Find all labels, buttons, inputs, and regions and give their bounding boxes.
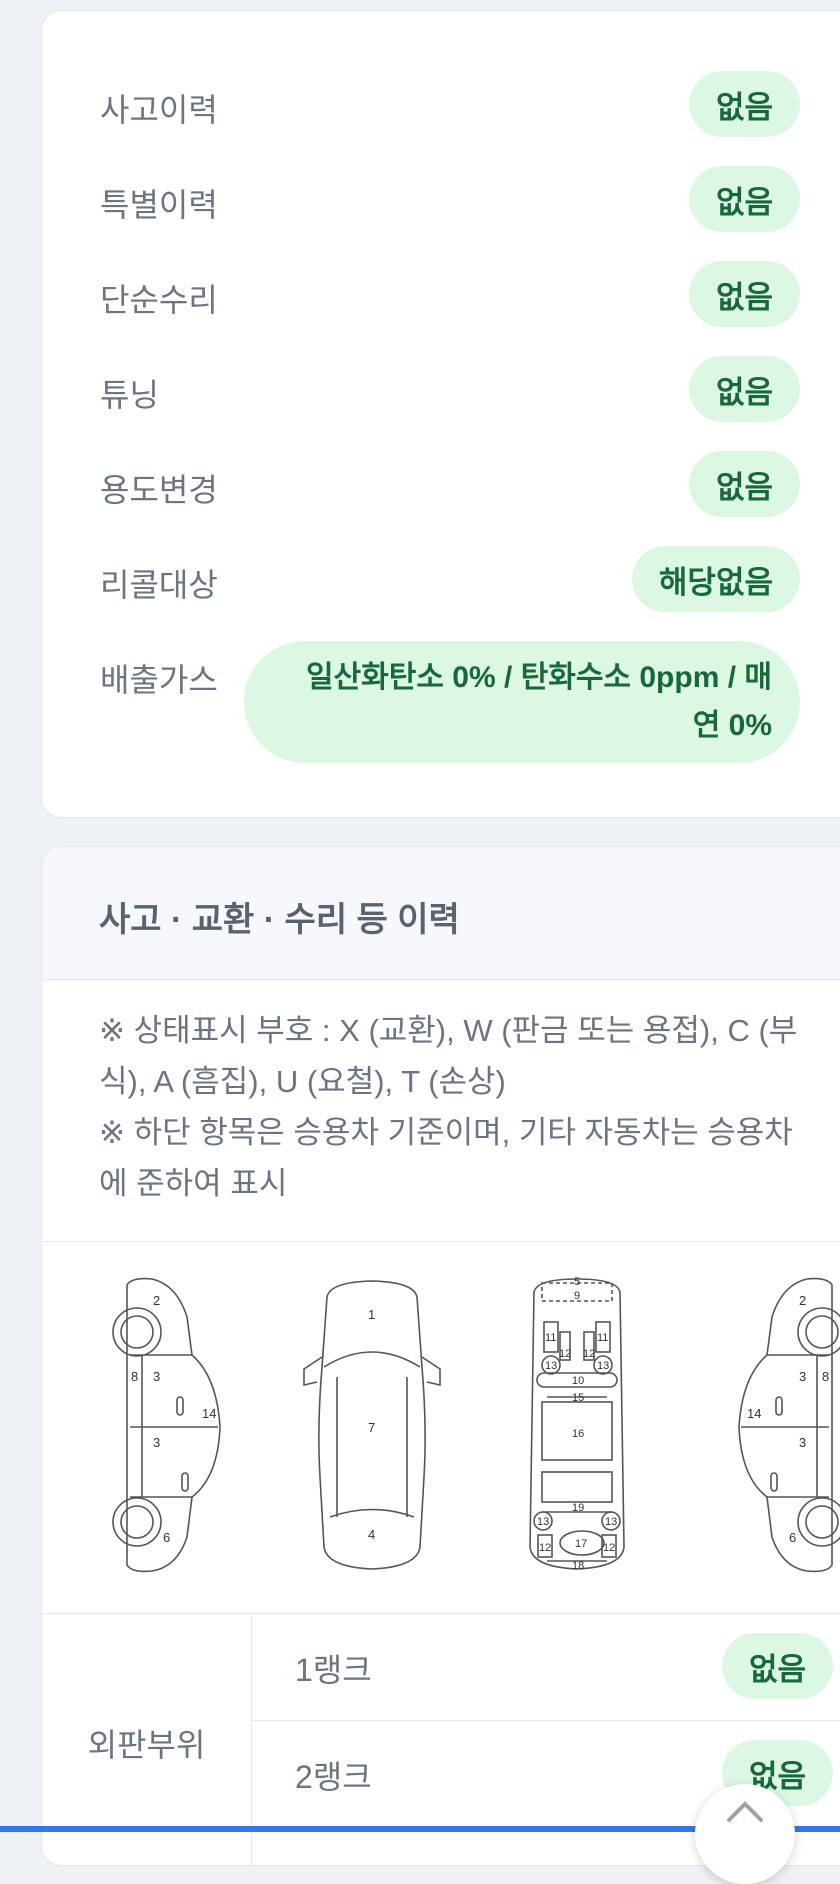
part-number: 11: [545, 1332, 556, 1344]
history-row-simple-repair: 단순수리 없음: [100, 261, 800, 327]
part-number: 1: [368, 1307, 375, 1322]
part-number: 6: [163, 1530, 170, 1545]
part-number: 16: [572, 1428, 584, 1440]
part-number: 12: [583, 1348, 595, 1360]
part-number: 11: [597, 1332, 608, 1344]
history-row-special: 특별이력 없음: [100, 166, 800, 232]
history-row-recall: 리콜대상 해당없음: [100, 546, 800, 612]
part-number: 13: [605, 1516, 617, 1528]
status-badge: 없음: [688, 71, 800, 137]
divider: [42, 1241, 840, 1242]
status-badge: 해당없음: [631, 546, 800, 612]
part-number: 3: [799, 1369, 806, 1384]
status-badge: 없음: [688, 356, 800, 422]
section-title: 사고 · 교환 · 수리 등 이력: [99, 901, 460, 939]
history-row-tuning: 튜닝 없음: [100, 356, 800, 422]
part-number: 9: [574, 1290, 580, 1302]
part-number: 13: [537, 1516, 549, 1528]
part-number: 3: [153, 1435, 160, 1450]
part-number: 12: [559, 1348, 571, 1360]
part-number: 14: [202, 1406, 216, 1421]
part-number: 5: [574, 1277, 580, 1288]
car-top-view: 1 7 4: [303, 1280, 441, 1570]
section-header: 사고 · 교환 · 수리 등 이력: [42, 847, 840, 980]
part-number: 19: [572, 1502, 584, 1514]
status-badge: 없음: [721, 1633, 833, 1699]
part-number: 14: [747, 1406, 761, 1421]
part-number: 2: [799, 1293, 806, 1308]
part-number: 7: [368, 1420, 375, 1435]
car-right-side-view: 2 3 8 14 3 6: [738, 1277, 840, 1573]
part-number: 2: [153, 1293, 160, 1308]
row-label: 단순수리: [100, 282, 218, 318]
part-number: 8: [822, 1369, 829, 1384]
row-label: 사고이력: [100, 92, 218, 128]
part-number: 10: [572, 1375, 584, 1387]
row-label: 튜닝: [100, 377, 159, 413]
repair-history-card: 사고 · 교환 · 수리 등 이력 ※ 상태표시 부호 : X (교환), W …: [41, 846, 840, 1866]
part-number: 4: [368, 1527, 375, 1542]
part-number: 6: [789, 1530, 796, 1545]
rank-row-1: 1랭크 없음: [252, 1614, 840, 1720]
history-card: 사고이력 없음 특별이력 없음 단순수리 없음 튜닝 없음 용도변경 없음 리콜…: [41, 10, 840, 818]
part-number: 3: [153, 1369, 160, 1384]
chevron-up-icon: [727, 1801, 763, 1822]
part-number: 3: [799, 1435, 806, 1450]
status-symbol-note: ※ 상태표시 부호 : X (교환), W (판금 또는 용접), C (부 식…: [99, 1013, 798, 1099]
history-row-emission: 배출가스 일산화탄소 0% / 탄화수소 0ppm / 매 연 0%: [100, 641, 800, 763]
status-badge: 없음: [688, 261, 800, 327]
row-label: 리콜대상: [100, 567, 218, 603]
scroll-to-top-button[interactable]: [695, 1784, 795, 1884]
emission-badge: 일산화탄소 0% / 탄화수소 0ppm / 매 연 0%: [244, 641, 800, 763]
passenger-car-note: ※ 하단 항목은 승용차 기준이며, 기타 자동차는 승용차 에 준하여 표시: [99, 1115, 793, 1201]
part-number: 13: [597, 1360, 609, 1372]
emission-line-1: 일산화탄소 0% / 탄화수소 0ppm / 매: [305, 661, 772, 694]
car-left-side-view: 2 8 3 14 3 6: [112, 1277, 221, 1573]
part-number: 13: [545, 1360, 557, 1372]
legend-notes: ※ 상태표시 부호 : X (교환), W (판금 또는 용접), C (부 식…: [99, 1005, 819, 1209]
emission-line-2: 연 0%: [692, 709, 772, 742]
history-row-accident: 사고이력 없음: [100, 71, 800, 137]
row-label: 용도변경: [100, 472, 218, 508]
part-number: 18: [572, 1560, 584, 1572]
rank-label: 2랭크: [295, 1759, 372, 1795]
history-row-usage-change: 용도변경 없음: [100, 451, 800, 517]
part-number: 17: [575, 1538, 587, 1550]
rank-label: 1랭크: [295, 1652, 372, 1688]
car-parts-diagram: 2 8 3 14 3 6 1 7 4 5 9 11 11 12 12 13 13…: [112, 1277, 840, 1573]
status-badge: 없음: [688, 451, 800, 517]
part-number: 8: [131, 1369, 138, 1384]
row-label: 특별이력: [100, 187, 218, 223]
part-number: 12: [539, 1542, 551, 1554]
car-frame-view: 5 9 11 11 12 12 13 13 10 15 16 19 13 13 …: [529, 1277, 625, 1572]
row-label: 배출가스: [100, 662, 218, 698]
part-number: 12: [603, 1542, 615, 1554]
part-number: 15: [572, 1392, 584, 1404]
status-badge: 없음: [688, 166, 800, 232]
